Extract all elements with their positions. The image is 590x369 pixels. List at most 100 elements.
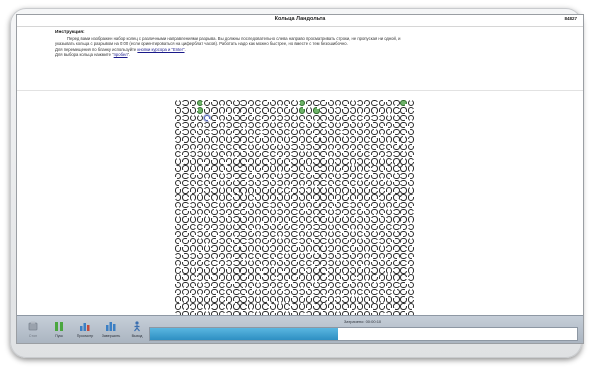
ring-gap xyxy=(378,283,381,286)
ring-gap xyxy=(407,264,410,267)
ring-gap xyxy=(290,138,293,141)
ring-gap xyxy=(259,271,262,274)
ring-gap xyxy=(378,116,381,119)
ring-gap xyxy=(201,206,204,209)
ring-gap xyxy=(409,288,412,291)
ring-gap xyxy=(279,302,282,305)
ring-gap xyxy=(373,179,376,182)
ring-gap xyxy=(232,138,235,141)
ring-gap xyxy=(186,216,189,219)
ring-gap xyxy=(308,106,311,109)
ring-gap xyxy=(283,291,286,294)
ring-gap xyxy=(286,310,289,313)
ring-gap xyxy=(291,281,294,284)
ring-gap xyxy=(188,203,191,206)
ring-gap xyxy=(211,227,214,230)
ring-gap xyxy=(228,273,231,276)
ring-gap xyxy=(252,289,255,292)
ring-gap xyxy=(244,274,247,277)
ring-gap xyxy=(252,230,255,233)
move-end: . xyxy=(184,46,186,52)
ring-gap xyxy=(228,222,231,225)
ring-gap xyxy=(382,100,385,103)
view-button[interactable]: Просмотр xyxy=(73,318,97,342)
ring-gap xyxy=(315,281,318,284)
space-key-link[interactable]: пробел xyxy=(114,52,128,57)
ring-gap xyxy=(193,285,196,288)
ring-gap xyxy=(342,107,345,110)
ring-gap xyxy=(378,196,381,199)
window-title: Кольца Ландольта xyxy=(274,16,326,22)
ring-gap xyxy=(237,147,240,150)
ring-gap xyxy=(261,233,264,235)
ring-gap xyxy=(255,201,258,204)
ring-gap xyxy=(317,249,320,252)
ring-gap xyxy=(222,147,225,150)
ring-gap xyxy=(388,208,391,211)
ring-gap xyxy=(218,240,221,243)
start-button[interactable]: Пуск xyxy=(47,318,71,342)
ring-gap xyxy=(382,293,385,296)
ring-gap xyxy=(407,176,410,179)
ring-gap xyxy=(397,140,400,143)
ring-gap xyxy=(337,259,340,262)
ring-gap xyxy=(293,99,296,102)
ring-gap xyxy=(347,160,350,163)
ring-gap xyxy=(404,303,407,306)
ring-gap xyxy=(247,182,250,185)
ring-gap xyxy=(186,238,189,241)
ring-gap xyxy=(402,157,405,160)
ring-gap xyxy=(378,235,381,238)
move-keys-link[interactable]: кнопки курсора и "Enter" xyxy=(137,47,184,52)
ring-gap xyxy=(273,133,276,136)
ring-gap xyxy=(382,180,385,183)
ring-gap xyxy=(404,310,407,313)
ring-gap xyxy=(268,247,271,250)
ring-gap xyxy=(222,155,225,158)
ring-gap xyxy=(273,310,276,313)
ring-gap xyxy=(291,303,294,306)
ring-gap xyxy=(393,180,396,183)
elapsed-time-text: Затрачено: 00:00:10 xyxy=(343,319,382,324)
ring-gap xyxy=(332,184,335,187)
ring-gap xyxy=(356,303,359,306)
ring-gap xyxy=(317,267,320,270)
ring-gap xyxy=(342,230,345,233)
ring-gap xyxy=(308,150,311,153)
ring-gap xyxy=(353,245,356,248)
ring-gap xyxy=(349,147,352,150)
ring-gap xyxy=(399,174,402,177)
ring-gap xyxy=(356,187,359,190)
exit-button[interactable]: Выход xyxy=(125,318,149,342)
ring-gap xyxy=(206,150,209,153)
finish-button[interactable]: Завершить xyxy=(99,318,123,342)
stop-button[interactable]: Стоп xyxy=(21,318,45,342)
ring-gap xyxy=(201,249,204,252)
ring-gap xyxy=(378,136,381,139)
ring-gap xyxy=(346,184,349,187)
instructions-select-line: Для выбора кольца нажмите "пробел". xyxy=(55,52,575,58)
ring-gap xyxy=(247,162,250,165)
ring-gap xyxy=(196,147,199,150)
ring-gap xyxy=(181,116,184,119)
ring-gap xyxy=(353,150,356,153)
ring-gap xyxy=(395,221,398,224)
ring-gap xyxy=(196,233,199,235)
ring-gap xyxy=(193,133,196,136)
ring-gap xyxy=(341,174,344,177)
ring-gap xyxy=(351,164,354,167)
landolt-ring-grid[interactable] xyxy=(174,99,415,318)
ring-gap xyxy=(375,249,378,252)
ring-gap xyxy=(298,189,301,192)
ring-gap xyxy=(266,289,269,292)
ring-gap xyxy=(348,109,351,112)
ring-gap xyxy=(249,201,252,204)
ring-gap xyxy=(346,104,349,107)
ring-gap xyxy=(186,223,189,226)
ring-gap xyxy=(412,307,415,310)
ring-gap xyxy=(361,147,364,150)
ring-gap xyxy=(233,133,236,136)
ring-gap xyxy=(341,254,344,257)
ring-gap xyxy=(298,102,301,105)
ring-gap xyxy=(196,296,199,299)
